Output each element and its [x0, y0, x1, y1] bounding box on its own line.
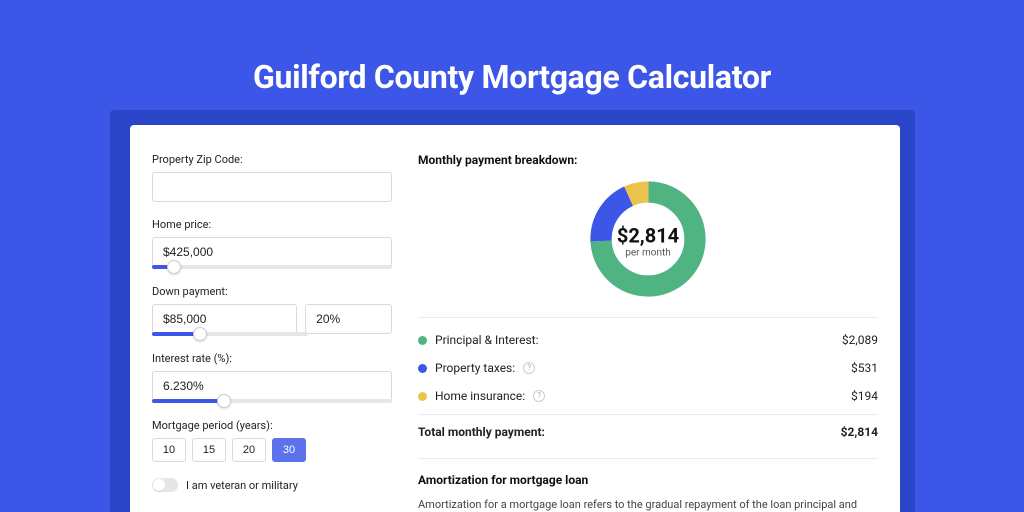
amortization-section: Amortization for mortgage loan Amortizat… [418, 458, 878, 512]
donut-chart: $2,814 per month [418, 177, 878, 305]
zip-input[interactable] [152, 172, 392, 202]
period-button-10[interactable]: 10 [152, 438, 186, 462]
legend-dot-yellow [418, 392, 427, 401]
down-payment-block: Down payment: [152, 285, 392, 336]
breakdown-row-insurance: Home insurance: ? $194 [418, 382, 878, 410]
toggle-knob [153, 479, 165, 491]
breakdown-label: Home insurance: [435, 389, 525, 403]
down-payment-amount-input[interactable] [152, 304, 297, 334]
breakdown-label: Principal & Interest: [435, 333, 539, 347]
help-icon[interactable]: ? [533, 390, 545, 402]
interest-rate-label: Interest rate (%): [152, 352, 392, 365]
breakdown-value: $531 [851, 361, 878, 375]
page-title: Guilford County Mortgage Calculator [0, 0, 1024, 96]
interest-rate-slider[interactable] [152, 399, 392, 403]
mortgage-period-block: Mortgage period (years): 10 15 20 30 [152, 419, 392, 462]
home-price-slider[interactable] [152, 265, 392, 269]
mortgage-period-label: Mortgage period (years): [152, 419, 392, 432]
slider-thumb[interactable] [167, 260, 181, 274]
slider-thumb[interactable] [193, 327, 207, 341]
breakdown-row-principal: Principal & Interest: $2,089 [418, 326, 878, 354]
zip-label: Property Zip Code: [152, 153, 392, 166]
help-icon[interactable]: ? [523, 362, 535, 374]
home-price-label: Home price: [152, 218, 392, 231]
down-payment-percent-input[interactable] [305, 304, 392, 334]
breakdown-row-taxes: Property taxes: ? $531 [418, 354, 878, 382]
total-value: $2,814 [841, 425, 878, 439]
breakdown-row-total: Total monthly payment: $2,814 [418, 414, 878, 446]
interest-rate-input[interactable] [152, 371, 392, 401]
amortization-text: Amortization for a mortgage loan refers … [418, 497, 878, 512]
donut-center-label: $2,814 per month [617, 224, 679, 259]
legend-dot-blue [418, 364, 427, 373]
legend-dot-green [418, 336, 427, 345]
amortization-title: Amortization for mortgage loan [418, 473, 878, 487]
breakdown-title: Monthly payment breakdown: [418, 153, 878, 167]
total-label: Total monthly payment: [418, 425, 545, 439]
veteran-toggle[interactable] [152, 478, 178, 492]
donut-amount: $2,814 [617, 224, 679, 248]
slider-fill [152, 399, 224, 403]
down-payment-label: Down payment: [152, 285, 392, 298]
interest-rate-block: Interest rate (%): [152, 352, 392, 403]
veteran-toggle-row: I am veteran or military [152, 478, 392, 492]
zip-field-block: Property Zip Code: [152, 153, 392, 202]
home-price-input[interactable] [152, 237, 392, 267]
breakdown-value: $2,089 [842, 333, 878, 347]
period-button-15[interactable]: 15 [192, 438, 226, 462]
breakdown-value: $194 [851, 389, 878, 403]
results-panel: Monthly payment breakdown: $2,814 per mo… [418, 153, 878, 512]
donut-sublabel: per month [617, 248, 679, 259]
period-button-30[interactable]: 30 [272, 438, 306, 462]
divider [418, 317, 878, 318]
down-payment-slider[interactable] [152, 332, 308, 336]
veteran-toggle-label: I am veteran or military [186, 479, 298, 492]
form-panel: Property Zip Code: Home price: Down paym… [152, 153, 392, 512]
home-price-block: Home price: [152, 218, 392, 269]
calculator-card: Property Zip Code: Home price: Down paym… [130, 125, 900, 512]
period-button-20[interactable]: 20 [232, 438, 266, 462]
breakdown-label: Property taxes: [435, 361, 515, 375]
page-root: Guilford County Mortgage Calculator Prop… [0, 0, 1024, 512]
mortgage-period-buttons: 10 15 20 30 [152, 438, 392, 462]
slider-thumb[interactable] [217, 394, 231, 408]
